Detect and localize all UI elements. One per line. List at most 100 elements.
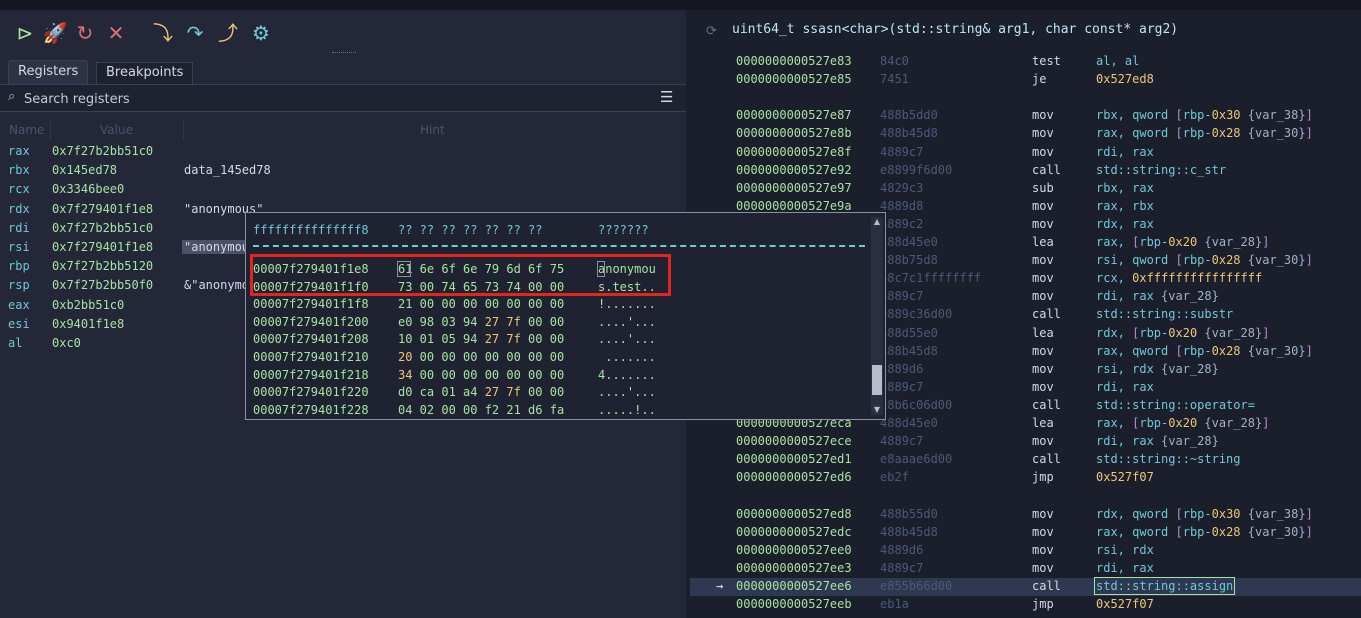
instruction-row[interactable]: 0000000000527e87 488b5dd0 mov rbx, qword [r… — [690, 107, 1361, 125]
step-over-icon[interactable]: ↷ — [182, 20, 208, 46]
hex-bytes[interactable]: 20 00 00 00 00 00 00 00 — [398, 350, 564, 364]
resume-icon[interactable]: ⊳ — [12, 20, 38, 46]
hex-bytes[interactable]: 21 00 00 00 00 00 00 00 — [398, 297, 564, 311]
instruction-operands: rsi, rdx — [1096, 542, 1154, 557]
instruction-address: 0000000000527e9a — [736, 198, 852, 213]
hex-bytes[interactable]: d0 ca 01 a4 27 7f 00 00 — [398, 385, 564, 399]
hex-ascii[interactable]: 4....... — [598, 368, 656, 382]
register-value[interactable]: 0x7f27b2bb5120 — [52, 259, 153, 273]
scroll-up-arrow-icon[interactable]: ▲ — [872, 217, 882, 227]
column-header-hint[interactable]: Hint — [420, 123, 445, 137]
instruction-operands: rbx, qword [rbp-0x30 {var_38}] — [1096, 108, 1313, 123]
panel-resize-grip[interactable] — [332, 52, 356, 56]
tab-breakpoints[interactable]: Breakpoints — [96, 62, 194, 84]
hex-bytes[interactable]: 34 00 00 00 00 00 00 00 — [398, 368, 564, 382]
current-instruction-row[interactable]: → 0000000000527ee6 e855b66d00 call std::stri… — [690, 576, 1361, 596]
register-value[interactable]: 0x3346bee0 — [52, 182, 124, 196]
register-value[interactable]: 0x7f27b2bb51c0 — [52, 144, 153, 158]
hamburger-menu-icon[interactable]: ☰ — [660, 88, 673, 106]
hex-address: 00007f279401f220 — [253, 385, 369, 400]
register-value[interactable]: 0x9401f1e8 — [52, 317, 124, 331]
instruction-operands: rax, qword [rbp-0x28 {var_30}] — [1096, 126, 1313, 141]
instruction-operands: rdi, rax — [1096, 560, 1154, 575]
register-name: eax — [8, 297, 30, 312]
hex-header-ascii: ??????? — [598, 223, 649, 237]
register-value[interactable]: 0xb2bb51c0 — [52, 298, 124, 312]
hex-ascii[interactable]: ....'... — [598, 332, 656, 346]
instruction-row[interactable]: 0000000000527ece 4889c7 mov rdi, rax {var_2… — [690, 433, 1361, 451]
register-value[interactable]: 0x145ed78 — [52, 163, 117, 177]
instruction-bytes: 4889c7 — [880, 144, 924, 159]
instruction-address: 0000000000527ed1 — [736, 452, 852, 467]
hex-address: 00007f279401f210 — [253, 350, 369, 364]
instruction-row[interactable]: 0000000000527e92 e8899f6d00 call std::strin… — [690, 162, 1361, 180]
instruction-bytes: 488d45e0 — [880, 416, 938, 430]
instruction-bytes: eb1a — [880, 597, 909, 611]
search-registers-input[interactable] — [22, 88, 626, 110]
instruction-mnemonic: jmp — [1032, 597, 1054, 611]
hex-bytes[interactable]: e0 98 03 94 27 7f 00 00 — [398, 315, 564, 329]
register-row[interactable]: rbx 0x145ed78 data_145ed78 — [0, 161, 686, 180]
scroll-down-arrow-icon[interactable]: ▼ — [872, 405, 882, 415]
register-value[interactable]: 0x7f27b2bb50f0 — [52, 278, 153, 292]
step-out-icon[interactable]: ⤴ — [215, 20, 241, 46]
instruction-operands: rax, [rbp-0x20 {var_28}] — [1096, 235, 1270, 249]
hex-ascii[interactable]: ....... — [598, 350, 656, 364]
function-signature: uint64_t ssasn<char>(std::string& arg1, … — [732, 22, 1179, 37]
hex-separator — [253, 245, 865, 247]
hex-address: 00007f279401f200 — [253, 314, 369, 329]
hex-ascii[interactable]: ....'... — [598, 315, 656, 329]
register-row[interactable]: rcx 0x3346bee0 — [0, 180, 686, 199]
function-refresh-icon[interactable]: ⟳ — [706, 24, 717, 39]
restart-icon[interactable]: ↻ — [72, 20, 98, 46]
column-header-value[interactable]: Value — [100, 123, 133, 137]
instruction-row[interactable]: 0000000000527ed8 488b55d0 mov rdx, qword [r… — [690, 506, 1361, 524]
instruction-row[interactable]: 0000000000527e83 84c0 test al, al — [690, 53, 1361, 71]
popup-scrollbar[interactable]: ▲ ▼ — [871, 217, 883, 415]
instruction-operands: rdx, rax — [1096, 216, 1154, 231]
column-header-name[interactable]: Name — [9, 123, 44, 137]
register-hint[interactable]: data_145ed78 — [184, 163, 271, 177]
instruction-row[interactable]: 0000000000527e8b 488b45d8 mov rax, qword [r… — [690, 125, 1361, 143]
instruction-operands: rbx, rax — [1096, 180, 1154, 195]
register-value[interactable]: 0x7f279401f1e8 — [52, 202, 153, 216]
instruction-row[interactable]: 0000000000527e85 7451 je 0x527ed8 — [690, 71, 1361, 89]
hex-ascii[interactable]: !....... — [598, 297, 656, 311]
instruction-row[interactable]: 0000000000527ee3 4889c7 mov rdi, rax — [690, 560, 1361, 578]
instruction-mnemonic: mov — [1032, 216, 1054, 231]
scrollbar-thumb[interactable] — [872, 365, 882, 395]
instruction-address: 0000000000527e83 — [736, 54, 852, 68]
hex-bytes[interactable]: 10 01 05 94 27 7f 00 00 — [398, 332, 564, 346]
instruction-row[interactable]: 0000000000527ed1 e8aaae6d00 call std::strin… — [690, 451, 1361, 469]
instruction-bytes: 488b75d8 — [880, 253, 938, 268]
instruction-bytes: 488b45d8 — [880, 343, 938, 358]
instruction-row[interactable]: 0000000000527e8f 4889c7 mov rdi, rax — [690, 144, 1361, 162]
instruction-mnemonic: mov — [1032, 506, 1054, 521]
instruction-mnemonic: test — [1032, 54, 1061, 68]
register-name: rax — [8, 144, 30, 158]
instruction-operands: rax, rbx — [1096, 198, 1154, 213]
instruction-row[interactable]: 0000000000527e97 4829c3 sub rbx, rax — [690, 180, 1361, 198]
instruction-mnemonic: mov — [1032, 253, 1054, 268]
instruction-bytes: e8aaae6d00 — [880, 452, 953, 467]
hex-ascii[interactable]: .....!.. — [598, 403, 656, 417]
hex-address: 00007f279401f208 — [253, 332, 369, 347]
run-icon[interactable]: 🚀 — [42, 20, 68, 46]
settings-gear-icon[interactable]: ⚙ — [248, 20, 274, 46]
instruction-address: 0000000000527edc — [736, 524, 852, 539]
step-into-icon[interactable]: ⤵ — [150, 20, 176, 46]
register-value[interactable]: 0xc0 — [52, 336, 81, 350]
register-row[interactable]: rax 0x7f27b2bb51c0 — [0, 142, 686, 161]
instruction-row[interactable]: 0000000000527eeb eb1a jmp 0x527f07 — [690, 596, 1361, 614]
stop-icon[interactable]: ✕ — [103, 20, 129, 46]
instruction-mnemonic: mov — [1032, 198, 1054, 213]
instruction-row[interactable]: 0000000000527ee0 4889d6 mov rsi, rdx — [690, 542, 1361, 560]
hex-bytes[interactable]: 04 02 00 00 f2 21 d6 fa — [398, 403, 564, 417]
instruction-row[interactable]: 0000000000527edc 488b45d8 mov rax, qword [r… — [690, 524, 1361, 542]
hex-ascii[interactable]: ....'... — [598, 385, 656, 399]
instruction-mnemonic: jmp — [1032, 470, 1054, 485]
tab-registers[interactable]: Registers — [8, 60, 89, 84]
register-value[interactable]: 0x7f27b2bb51c0 — [52, 221, 153, 235]
register-value[interactable]: 0x7f279401f1e8 — [52, 240, 153, 254]
instruction-row[interactable]: 0000000000527ed6 eb2f jmp 0x527f07 — [690, 469, 1361, 487]
